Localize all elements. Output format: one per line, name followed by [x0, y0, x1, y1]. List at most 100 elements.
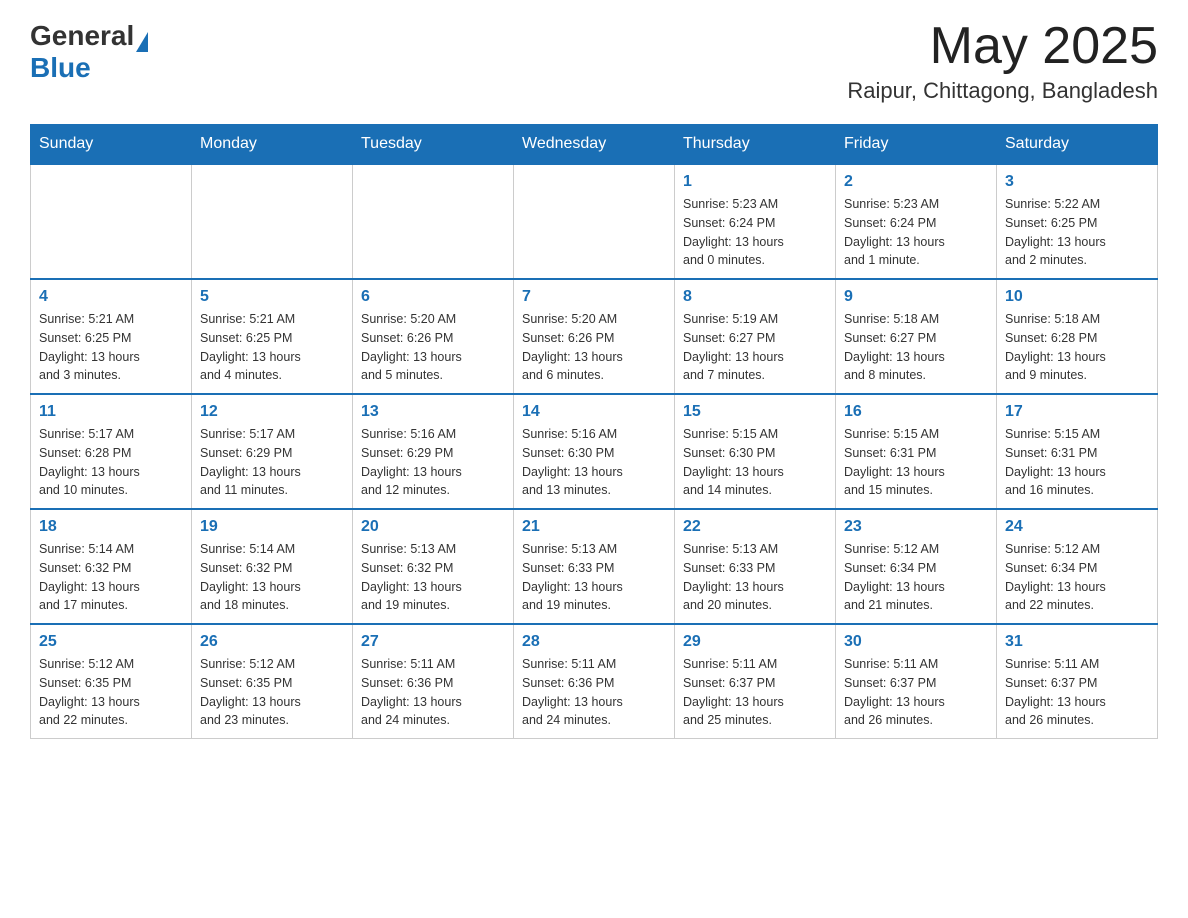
logo-triangle-icon	[136, 32, 148, 52]
calendar-cell: 9 Sunrise: 5:18 AM Sunset: 6:27 PM Daylig…	[836, 279, 997, 394]
day-info: Sunrise: 5:19 AM Sunset: 6:27 PM Dayligh…	[683, 310, 827, 385]
day-number: 26	[200, 633, 344, 651]
calendar-cell: 27 Sunrise: 5:11 AM Sunset: 6:36 PM Dayli…	[353, 624, 514, 739]
day-number: 2	[844, 173, 988, 191]
calendar-cell: 4Sunrise: 5:21 AM Sunset: 6:25 PM Daylig…	[31, 279, 192, 394]
calendar-cell: 29Sunrise: 5:11 AM Sunset: 6:37 PM Dayli…	[675, 624, 836, 739]
week-row-3: 11 Sunrise: 5:17 AM Sunset: 6:28 PM Dayli…	[31, 394, 1158, 509]
day-number: 24	[1005, 518, 1149, 536]
calendar-cell	[514, 164, 675, 279]
day-number: 18	[39, 518, 183, 536]
day-number: 9	[844, 288, 988, 306]
logo-blue: Blue	[30, 52, 148, 84]
logo-general: General	[30, 20, 134, 52]
day-number: 13	[361, 403, 505, 421]
calendar-cell: 28 Sunrise: 5:11 AM Sunset: 6:36 PM Dayli…	[514, 624, 675, 739]
calendar-cell: 19Sunrise: 5:14 AM Sunset: 6:32 PM Dayli…	[192, 509, 353, 624]
calendar-cell: 14Sunrise: 5:16 AM Sunset: 6:30 PM Dayli…	[514, 394, 675, 509]
day-info: Sunrise: 5:13 AM Sunset: 6:33 PM Dayligh…	[522, 540, 666, 615]
day-number: 7	[522, 288, 666, 306]
calendar-cell: 17 Sunrise: 5:15 AM Sunset: 6:31 PM Dayli…	[997, 394, 1158, 509]
calendar-cell: 2 Sunrise: 5:23 AM Sunset: 6:24 PM Daylig…	[836, 164, 997, 279]
day-info: Sunrise: 5:11 AM Sunset: 6:37 PM Dayligh…	[1005, 655, 1149, 730]
day-number: 3	[1005, 173, 1149, 191]
week-row-2: 4Sunrise: 5:21 AM Sunset: 6:25 PM Daylig…	[31, 279, 1158, 394]
day-number: 1	[683, 173, 827, 191]
calendar-cell: 16 Sunrise: 5:15 AM Sunset: 6:31 PM Dayli…	[836, 394, 997, 509]
calendar-title: May 2025	[847, 20, 1158, 72]
calendar-cell: 5 Sunrise: 5:21 AM Sunset: 6:25 PM Daylig…	[192, 279, 353, 394]
calendar-subtitle: Raipur, Chittagong, Bangladesh	[847, 78, 1158, 104]
day-number: 17	[1005, 403, 1149, 421]
calendar-cell: 31 Sunrise: 5:11 AM Sunset: 6:37 PM Dayli…	[997, 624, 1158, 739]
day-number: 27	[361, 633, 505, 651]
calendar-cell: 6 Sunrise: 5:20 AM Sunset: 6:26 PM Daylig…	[353, 279, 514, 394]
day-number: 22	[683, 518, 827, 536]
day-info: Sunrise: 5:17 AM Sunset: 6:29 PM Dayligh…	[200, 425, 344, 500]
day-info: Sunrise: 5:12 AM Sunset: 6:34 PM Dayligh…	[1005, 540, 1149, 615]
day-info: Sunrise: 5:21 AM Sunset: 6:25 PM Dayligh…	[39, 310, 183, 385]
day-info: Sunrise: 5:11 AM Sunset: 6:36 PM Dayligh…	[522, 655, 666, 730]
day-info: Sunrise: 5:11 AM Sunset: 6:36 PM Dayligh…	[361, 655, 505, 730]
day-number: 31	[1005, 633, 1149, 651]
day-number: 11	[39, 403, 183, 421]
calendar-table: SundayMondayTuesdayWednesdayThursdayFrid…	[30, 124, 1158, 739]
calendar-cell: 3 Sunrise: 5:22 AM Sunset: 6:25 PM Daylig…	[997, 164, 1158, 279]
day-info: Sunrise: 5:23 AM Sunset: 6:24 PM Dayligh…	[683, 195, 827, 270]
calendar-cell: 10 Sunrise: 5:18 AM Sunset: 6:28 PM Dayli…	[997, 279, 1158, 394]
day-info: Sunrise: 5:16 AM Sunset: 6:29 PM Dayligh…	[361, 425, 505, 500]
calendar-cell: 7Sunrise: 5:20 AM Sunset: 6:26 PM Daylig…	[514, 279, 675, 394]
day-number: 21	[522, 518, 666, 536]
day-info: Sunrise: 5:12 AM Sunset: 6:34 PM Dayligh…	[844, 540, 988, 615]
day-info: Sunrise: 5:14 AM Sunset: 6:32 PM Dayligh…	[39, 540, 183, 615]
day-number: 23	[844, 518, 988, 536]
day-number: 10	[1005, 288, 1149, 306]
day-info: Sunrise: 5:22 AM Sunset: 6:25 PM Dayligh…	[1005, 195, 1149, 270]
day-info: Sunrise: 5:13 AM Sunset: 6:33 PM Dayligh…	[683, 540, 827, 615]
day-number: 15	[683, 403, 827, 421]
title-block: May 2025 Raipur, Chittagong, Bangladesh	[847, 20, 1158, 104]
day-info: Sunrise: 5:14 AM Sunset: 6:32 PM Dayligh…	[200, 540, 344, 615]
day-header-thursday: Thursday	[675, 125, 836, 165]
calendar-cell: 1 Sunrise: 5:23 AM Sunset: 6:24 PM Daylig…	[675, 164, 836, 279]
day-info: Sunrise: 5:23 AM Sunset: 6:24 PM Dayligh…	[844, 195, 988, 270]
page-header: General Blue May 2025 Raipur, Chittagong…	[30, 20, 1158, 104]
calendar-cell: 12 Sunrise: 5:17 AM Sunset: 6:29 PM Dayli…	[192, 394, 353, 509]
day-info: Sunrise: 5:21 AM Sunset: 6:25 PM Dayligh…	[200, 310, 344, 385]
day-info: Sunrise: 5:18 AM Sunset: 6:28 PM Dayligh…	[1005, 310, 1149, 385]
day-number: 5	[200, 288, 344, 306]
day-info: Sunrise: 5:18 AM Sunset: 6:27 PM Dayligh…	[844, 310, 988, 385]
day-info: Sunrise: 5:15 AM Sunset: 6:31 PM Dayligh…	[844, 425, 988, 500]
day-header-saturday: Saturday	[997, 125, 1158, 165]
calendar-cell: 13 Sunrise: 5:16 AM Sunset: 6:29 PM Dayli…	[353, 394, 514, 509]
calendar-cell: 26 Sunrise: 5:12 AM Sunset: 6:35 PM Dayli…	[192, 624, 353, 739]
day-info: Sunrise: 5:20 AM Sunset: 6:26 PM Dayligh…	[361, 310, 505, 385]
day-info: Sunrise: 5:12 AM Sunset: 6:35 PM Dayligh…	[200, 655, 344, 730]
day-info: Sunrise: 5:12 AM Sunset: 6:35 PM Dayligh…	[39, 655, 183, 730]
day-number: 25	[39, 633, 183, 651]
day-number: 30	[844, 633, 988, 651]
logo: General Blue	[30, 20, 148, 84]
day-header-sunday: Sunday	[31, 125, 192, 165]
day-number: 6	[361, 288, 505, 306]
day-number: 8	[683, 288, 827, 306]
calendar-cell: 30 Sunrise: 5:11 AM Sunset: 6:37 PM Dayli…	[836, 624, 997, 739]
day-header-tuesday: Tuesday	[353, 125, 514, 165]
calendar-cell: 20Sunrise: 5:13 AM Sunset: 6:32 PM Dayli…	[353, 509, 514, 624]
day-number: 16	[844, 403, 988, 421]
day-number: 12	[200, 403, 344, 421]
day-info: Sunrise: 5:15 AM Sunset: 6:30 PM Dayligh…	[683, 425, 827, 500]
day-number: 28	[522, 633, 666, 651]
day-header-wednesday: Wednesday	[514, 125, 675, 165]
calendar-cell	[353, 164, 514, 279]
calendar-cell	[192, 164, 353, 279]
day-info: Sunrise: 5:13 AM Sunset: 6:32 PM Dayligh…	[361, 540, 505, 615]
calendar-cell: 22 Sunrise: 5:13 AM Sunset: 6:33 PM Dayli…	[675, 509, 836, 624]
day-header-monday: Monday	[192, 125, 353, 165]
day-info: Sunrise: 5:15 AM Sunset: 6:31 PM Dayligh…	[1005, 425, 1149, 500]
day-info: Sunrise: 5:11 AM Sunset: 6:37 PM Dayligh…	[844, 655, 988, 730]
day-info: Sunrise: 5:16 AM Sunset: 6:30 PM Dayligh…	[522, 425, 666, 500]
day-number: 29	[683, 633, 827, 651]
day-info: Sunrise: 5:17 AM Sunset: 6:28 PM Dayligh…	[39, 425, 183, 500]
calendar-cell	[31, 164, 192, 279]
